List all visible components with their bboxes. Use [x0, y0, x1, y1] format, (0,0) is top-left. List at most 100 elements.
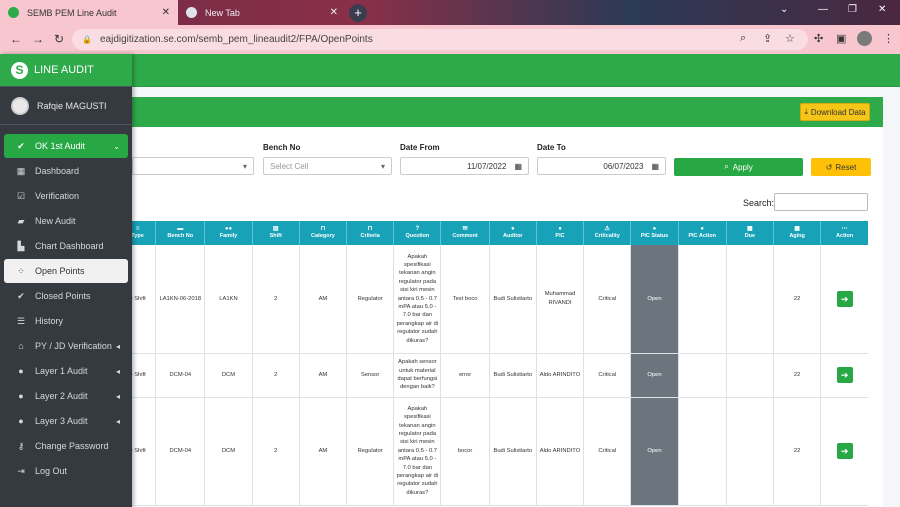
- cell-action: ➔: [820, 397, 868, 506]
- cell-pic-status: Open: [630, 353, 679, 398]
- cell-shift: 2: [251, 397, 300, 506]
- sidebar-item-label: Verification: [35, 191, 80, 201]
- tab-title: SEMB PEM Line Audit: [27, 7, 117, 18]
- share-icon[interactable]: ⇪: [763, 32, 772, 45]
- tab-search-icon[interactable]: ⌄: [780, 4, 788, 15]
- go-action-button[interactable]: ➔: [836, 290, 853, 307]
- calendar-icon[interactable]: ▦: [514, 162, 522, 171]
- table-row: e Shift LA1KN-06-2018 LA1KN 2 AM Regulat…: [118, 245, 868, 354]
- user-icon: ●: [18, 416, 24, 426]
- bench-no-placeholder: Select Cell: [270, 161, 309, 171]
- user-name: Rafqie MAGUSTI: [37, 100, 107, 111]
- header-due[interactable]: ▦ Due: [725, 221, 774, 245]
- cell-due: [725, 353, 774, 398]
- header-shift[interactable]: ▤ Shift: [251, 221, 300, 245]
- chrome-menu-icon[interactable]: ⋮: [883, 32, 894, 45]
- window-close-icon[interactable]: ✕: [878, 4, 886, 15]
- sidebar-item-open-points[interactable]: ⁘ Open Points: [4, 259, 128, 283]
- url-field[interactable]: 🔒 eajdigitization.se.com/semb_pem_lineau…: [72, 29, 808, 50]
- restore-icon[interactable]: ❐: [848, 4, 857, 15]
- grid-icon: ▦: [16, 165, 26, 176]
- sidebar-item-chart-dashboard[interactable]: ▙ Chart Dashboard: [4, 234, 128, 258]
- apply-button[interactable]: ⌕ Apply: [674, 158, 803, 176]
- header-pic[interactable]: ● PIC: [535, 221, 584, 245]
- warning-icon: ⚠: [604, 225, 610, 232]
- date-from-input[interactable]: 11/07/2022 ▦: [400, 157, 529, 175]
- sidebar-item-change-password[interactable]: ⚷ Change Password: [4, 434, 128, 458]
- sidebar-item-new-audit[interactable]: ▰ New Audit: [4, 209, 128, 233]
- extensions-icon[interactable]: ✣: [814, 32, 823, 45]
- sidepanel-icon[interactable]: ▣: [836, 32, 846, 45]
- cell-pic-action: [677, 245, 727, 354]
- header-category[interactable]: ⊓ Category: [298, 221, 347, 245]
- date-to-input[interactable]: 06/07/2023 ▦: [537, 157, 666, 175]
- header-family[interactable]: ●● Family: [204, 221, 253, 245]
- type-select[interactable]: ▾: [132, 157, 254, 175]
- sidebar-item-closed-points[interactable]: ✔ Closed Points: [4, 284, 128, 308]
- reset-button[interactable]: ↺ Reset: [811, 158, 871, 176]
- go-action-button[interactable]: ➔: [836, 367, 853, 383]
- category-icon: ⊓: [320, 225, 326, 232]
- new-tab-button[interactable]: +: [349, 4, 367, 22]
- bench-no-select[interactable]: Select Cell ▾: [263, 157, 392, 175]
- cell-due: [725, 245, 774, 354]
- header-bench-no[interactable]: ▬ Bench No: [155, 221, 205, 245]
- brand[interactable]: S LINE AUDIT: [0, 54, 132, 87]
- cell-shift: 2: [251, 353, 300, 398]
- header-pic-action[interactable]: ● PIC Action: [677, 221, 727, 245]
- tab-favicon-icon: [8, 7, 19, 18]
- sidebar-item-layer-1-audit[interactable]: ● Layer 1 Audit ◂: [4, 359, 128, 383]
- sidebar-item-log-out[interactable]: ⇥ Log Out: [4, 459, 128, 483]
- cell-auditor: Budi Sulistiarto: [488, 245, 537, 354]
- cell-pic-action: [677, 353, 727, 398]
- header-comment[interactable]: ✉ Comment: [440, 221, 490, 245]
- sidebar-item-verification[interactable]: ☑ Verification: [4, 184, 128, 208]
- sidebar-item-history[interactable]: ☰ History: [4, 309, 128, 333]
- header-action[interactable]: ⋯ Action: [820, 221, 868, 245]
- sidebar-item-label: Chart Dashboard: [35, 241, 104, 251]
- download-data-button[interactable]: ⤓ Download Data: [800, 103, 870, 121]
- sidebar-item-py-jd-verification[interactable]: ⌂ PY / JD Verification ◂: [4, 334, 128, 358]
- header-pic-status[interactable]: ● PIC Status: [630, 221, 679, 245]
- folder-plus-icon: ▰: [17, 215, 25, 226]
- cell-pic-action: [677, 397, 727, 506]
- header-criticality[interactable]: ⚠ Criticality: [583, 221, 631, 245]
- reload-icon[interactable]: ↻: [54, 32, 64, 46]
- question-icon: ?: [415, 225, 420, 232]
- calendar-icon: ▦: [794, 225, 800, 232]
- tag-icon: ⌂: [18, 341, 24, 351]
- back-icon[interactable]: ←: [10, 32, 22, 46]
- sidebar-item-layer-2-audit[interactable]: ● Layer 2 Audit ◂: [4, 384, 128, 408]
- header-question[interactable]: ? Question: [393, 221, 441, 245]
- profile-avatar[interactable]: [857, 31, 872, 46]
- bench-no-label: Bench No: [263, 143, 301, 152]
- forward-icon[interactable]: →: [32, 32, 44, 46]
- header-auditor[interactable]: ● Auditor: [488, 221, 537, 245]
- sidebar-item-ok-1st-audit[interactable]: ✔ OK 1st Audit ⌄: [4, 134, 128, 158]
- sidebar-item-layer-3-audit[interactable]: ● Layer 3 Audit ◂: [4, 409, 128, 433]
- calendar-icon[interactable]: ▦: [651, 162, 659, 171]
- minimize-icon[interactable]: —: [818, 4, 828, 15]
- go-action-button[interactable]: ➔: [836, 443, 853, 459]
- cell-pic: Aldo ARINDITO: [535, 397, 584, 506]
- header-criteria[interactable]: ⊓ Criteria: [346, 221, 394, 245]
- header-aging[interactable]: ▦ Aging: [772, 221, 821, 245]
- url-text: eajdigitization.se.com/semb_pem_lineaudi…: [99, 34, 373, 45]
- date-from-value: 11/07/2022: [466, 161, 507, 171]
- browser-tab-newtab[interactable]: New Tab ✕: [178, 0, 346, 25]
- sidebar-item-dashboard[interactable]: ▦ Dashboard: [4, 159, 128, 183]
- cell-criteria: Regulator: [346, 397, 394, 506]
- tab-close-icon[interactable]: ✕: [162, 7, 170, 18]
- user-panel[interactable]: Rafqie MAGUSTI: [0, 87, 132, 125]
- browser-tab-active[interactable]: SEMB PEM Line Audit ✕: [0, 0, 178, 25]
- check-square-icon: ☑: [16, 190, 26, 201]
- spinner-icon: ⁘: [17, 265, 25, 276]
- sidebar-item-label: Layer 3 Audit: [35, 416, 88, 426]
- cell-family: DCM: [204, 353, 253, 398]
- cell-criticality: Critical: [583, 397, 631, 506]
- zoom-icon[interactable]: ⌕: [740, 32, 746, 45]
- tab-close-icon[interactable]: ✕: [330, 7, 338, 18]
- search-input[interactable]: [774, 193, 868, 211]
- chrome-favicon-icon: [186, 7, 197, 18]
- bookmark-star-icon[interactable]: ☆: [785, 32, 795, 45]
